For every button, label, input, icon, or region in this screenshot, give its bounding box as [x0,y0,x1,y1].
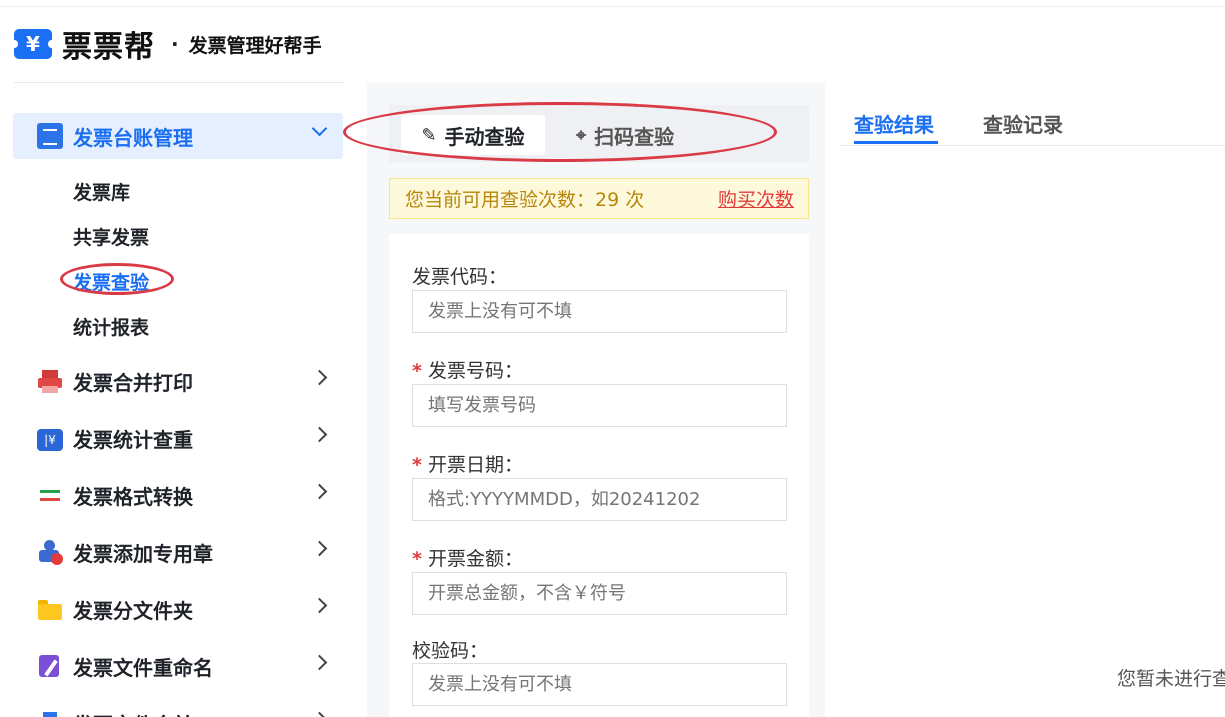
printer-icon [37,368,63,394]
buy-quota-link[interactable]: 购买次数 [718,185,794,212]
sidebar-group-merge-print[interactable]: 发票合并打印 [13,358,343,404]
sidebar-nav: 发票台账管理 发票库 共享发票 发票查验 统计报表 发票合并打印 |¥ 发票统计… [0,83,345,717]
verify-quota-banner: 您当前可用查验次数：29 次 购买次数 [389,178,809,219]
tab-verify-history[interactable]: 查验记录 [983,109,1063,138]
top-border [0,6,1225,7]
sidebar-group-label: 发票添加专用章 [73,541,213,566]
brand-separator: · [171,32,179,56]
brand-slogan: 发票管理好帮手 [188,34,322,57]
merge-icon [37,710,63,717]
chevron-right-icon [311,540,328,557]
tab-manual-verify[interactable]: ✎ 手动查验 [401,115,545,155]
chevron-down-icon [311,120,328,137]
sidebar-item-stat-report[interactable]: 统计报表 [73,313,149,340]
sidebar-item-invoice-verify[interactable]: 发票查验 [73,268,149,295]
sidebar-group-label: 发票文件重命名 [73,655,213,680]
required-marker: * [412,548,422,570]
active-tab-underline [854,141,938,144]
brand-logo[interactable]: ¥ 票票帮 · 发票管理好帮手 [11,24,322,65]
sidebar-group-label: 发票统计查重 [73,427,193,452]
quota-text: 您当前可用查验次数：29 次 [405,189,645,211]
required-marker: * [412,360,422,382]
ledger-icon [37,123,63,149]
results-divider [840,145,1225,146]
rename-edit-icon [37,653,63,679]
chevron-right-icon [311,711,328,717]
brand-name: 票票帮 [62,30,155,65]
tab-verify-result[interactable]: 查验结果 [854,109,934,138]
sidebar-group-folders[interactable]: 发票分文件夹 [13,586,343,632]
invoice-amount-input[interactable] [412,572,787,615]
chevron-right-icon [311,597,328,614]
sidebar-group-add-seal[interactable]: 发票添加专用章 [13,529,343,575]
convert-arrows-icon [37,482,63,508]
seal-stamp-icon [37,539,63,565]
sidebar-group-label: 发票格式转换 [73,484,193,509]
label-check-code: 校验码： [412,640,489,662]
sidebar-group-format-convert[interactable]: 发票格式转换 [13,472,343,518]
sidebar-group-rename[interactable]: 发票文件重命名 [13,643,343,689]
chevron-right-icon [311,483,328,500]
sidebar-item-shared-invoices[interactable]: 共享发票 [73,223,149,250]
issue-date-input[interactable] [412,478,787,521]
tab-scan-verify[interactable]: ⌖ 扫码查验 [576,115,674,155]
sidebar-group-label: 发票文件合并 [73,709,193,717]
sidebar-group-label: 发票分文件夹 [73,598,193,623]
chevron-right-icon [311,426,328,443]
scanner-icon: ⌖ [576,124,587,146]
label-invoice-number: * 发票号码： [412,360,523,382]
label-issue-date: * 开票日期： [412,454,523,476]
label-invoice-code: 发票代码： [412,266,508,288]
label-invoice-amount: * 开票金额： [412,548,523,570]
tab-label: 手动查验 [444,124,525,149]
invoice-number-input[interactable] [412,384,787,427]
ticket-logo-icon: ¥ [11,27,55,61]
folder-icon [37,596,63,622]
sidebar-group-stat-dedupe[interactable]: |¥ 发票统计查重 [13,415,343,461]
pencil-icon: ✎ [421,124,437,146]
stats-ticket-icon: |¥ [37,429,63,451]
invoice-code-input[interactable] [412,290,787,333]
sidebar-group-file-merge[interactable]: 发票文件合并 [13,700,343,717]
results-empty-text: 您暂未进行查验 [1117,668,1225,690]
tab-label: 扫码查验 [594,124,675,149]
sidebar-group-label: 发票台账管理 [73,125,193,150]
chevron-right-icon [311,654,328,671]
sidebar-group-label: 发票合并打印 [73,370,193,395]
check-code-input[interactable] [412,663,787,706]
sidebar-group-invoice-ledger[interactable]: 发票台账管理 [13,113,343,159]
sidebar-item-invoice-library[interactable]: 发票库 [73,178,130,205]
required-marker: * [412,454,422,476]
chevron-right-icon [311,369,328,386]
